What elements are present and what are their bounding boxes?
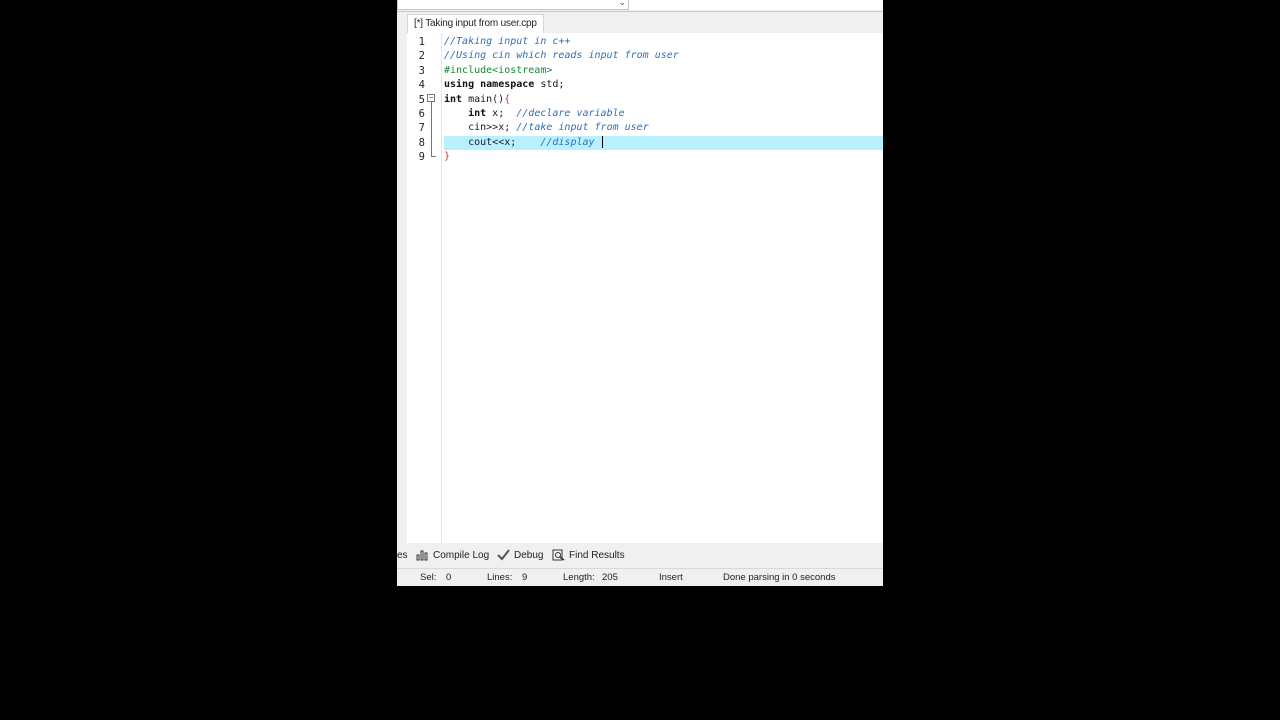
- code-editor[interactable]: 1 2 3 4 5 6 7 8 9 − //Taking input in c+…: [407, 33, 883, 543]
- code-comment: //declare variable: [516, 108, 625, 119]
- fold-minus-icon[interactable]: −: [427, 94, 435, 102]
- bar-chart-icon: [416, 550, 428, 561]
- code-text: cin>>x;: [468, 122, 511, 134]
- checkmark-icon: [497, 549, 510, 561]
- status-length-label: Length:: [563, 572, 595, 583]
- line-number: 4: [418, 79, 425, 92]
- find-icon: [552, 549, 565, 561]
- keyword: using: [444, 79, 475, 91]
- code-line: cin>>x; //take input from user: [444, 121, 883, 135]
- line-number: 2: [418, 50, 425, 63]
- tab-label: Compile Log: [433, 550, 490, 561]
- status-insert-mode: Insert: [659, 572, 683, 583]
- code-line: //Taking input in c++: [444, 35, 883, 49]
- code-comment: //Using cin which reads input from user: [444, 50, 679, 62]
- line-number: 1: [418, 36, 425, 48]
- bottom-panel-tabs: es Compile Log Debug Find Results: [397, 545, 883, 567]
- tab-debug[interactable]: Debug: [497, 545, 543, 567]
- toolbar-strip: ⌄: [397, 0, 883, 12]
- code-comment: //take input from user: [510, 122, 649, 134]
- code-line: //Using cin which reads input from user: [444, 49, 883, 63]
- line-number-gutter: 1 2 3 4 5 6 7 8 9 −: [407, 33, 442, 543]
- keyword: int: [468, 108, 487, 119]
- tab-find-results[interactable]: Find Results: [552, 545, 625, 567]
- line-number: 7: [418, 122, 425, 135]
- fold-guide-line: [431, 102, 432, 156]
- brace: }: [444, 151, 451, 163]
- code-text: cout<<x;: [468, 136, 517, 148]
- code-text: std;: [534, 79, 565, 91]
- line-number: 5: [418, 93, 425, 106]
- code-text: x;: [486, 108, 517, 119]
- preprocessor-directive: #include<iostream>: [444, 64, 553, 76]
- fold-guide-end: [431, 156, 436, 157]
- status-bar: Sel: 0 Lines: 9 Length: 205 Insert Done …: [397, 568, 883, 586]
- status-sel-label: Sel:: [420, 572, 437, 583]
- keyword: namespace: [480, 79, 535, 91]
- chevron-down-icon[interactable]: ⌄: [618, 0, 626, 8]
- code-line: int main(){: [444, 93, 883, 107]
- line-number: 3: [418, 64, 425, 77]
- status-lines-label: Lines:: [487, 572, 513, 583]
- line-number: 8: [418, 136, 425, 149]
- code-text-area[interactable]: //Taking input in c++ //Using cin which …: [444, 33, 883, 543]
- code-line: using namespace std;: [444, 78, 883, 92]
- class-combo-box[interactable]: ⌄: [397, 0, 629, 10]
- tab-label: Find Results: [569, 550, 625, 561]
- line-number: 9: [418, 151, 425, 164]
- status-message: Done parsing in 0 seconds: [723, 572, 836, 583]
- status-lines-value: 9: [522, 572, 528, 583]
- tab-taking-input-from-user[interactable]: [*] Taking input from user.cpp: [407, 14, 544, 33]
- ide-window: ⌄ [*] Taking input from user.cpp 1 2 3 4…: [397, 0, 883, 586]
- code-line: int x; //declare variable: [444, 107, 883, 121]
- brace: {: [504, 93, 511, 105]
- status-sel-value: 0: [446, 572, 452, 583]
- function-combo-box[interactable]: [628, 0, 883, 10]
- code-line: #include<iostream>: [444, 64, 883, 78]
- text-caret: [601, 135, 603, 148]
- code-comment: //display: [516, 136, 601, 148]
- keyword: int: [444, 93, 463, 105]
- line-number: 6: [418, 108, 425, 120]
- status-length-value: 205: [602, 572, 618, 583]
- current-line: cout<<x; //display: [444, 135, 883, 151]
- tab-compile-log[interactable]: Compile Log: [416, 545, 489, 567]
- code-line: }: [444, 150, 883, 164]
- code-text: main(): [462, 93, 505, 105]
- code-comment: //Taking input in c++: [444, 36, 571, 47]
- editor-tab-strip: [*] Taking input from user.cpp: [397, 12, 883, 33]
- tab-label: Debug: [514, 550, 544, 561]
- tab-partial[interactable]: es: [397, 545, 408, 567]
